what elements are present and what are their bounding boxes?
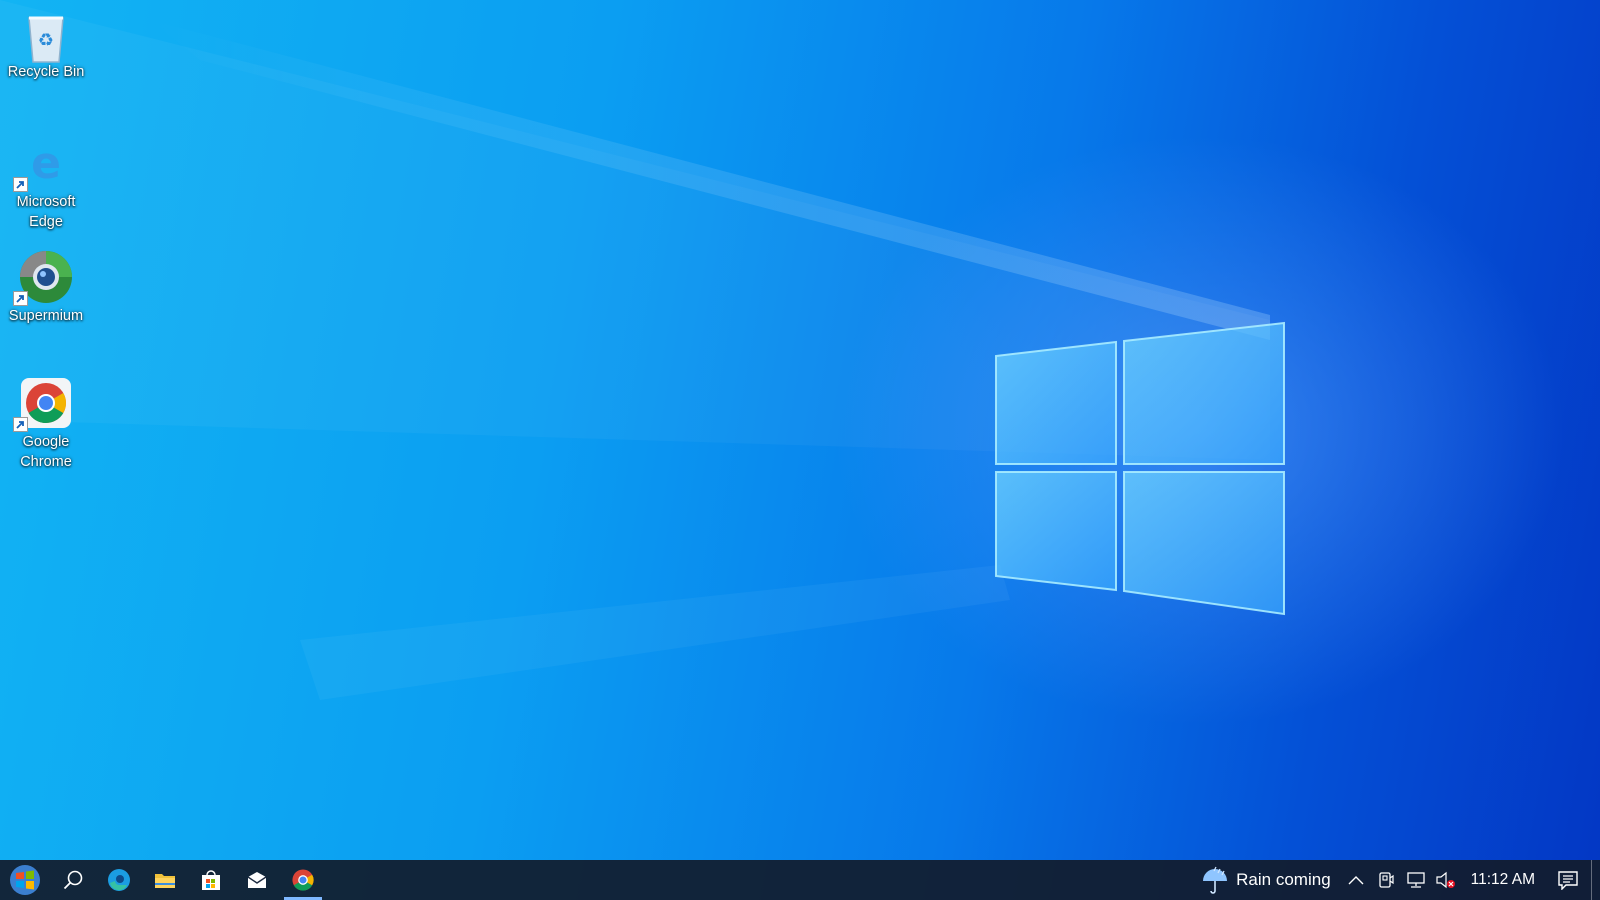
taskbar-file-explorer[interactable] [142,860,188,900]
weather-widget[interactable]: Rain coming [1194,860,1341,900]
search-button[interactable] [50,860,96,900]
microsoft-edge-icon [108,869,130,891]
desktop-icon-microsoft-edge[interactable]: e Microsoft Edge [4,138,88,232]
microsoft-edge-icon: e [13,138,71,192]
rain-umbrella-icon [1203,866,1228,894]
volume-muted-icon [1436,871,1455,889]
shortcut-arrow-icon [13,417,28,432]
wallpaper-light-beams [0,0,1270,700]
windows-wallpaper-logo [995,321,1285,616]
shortcut-arrow-icon [13,291,28,306]
volume-button[interactable] [1431,860,1461,900]
taskbar: Rain coming 11:12 AM [0,860,1600,900]
start-button[interactable] [0,860,50,900]
clock[interactable]: 11:12 AM [1461,860,1545,900]
desktop-icon-label: Recycle Bin [7,64,85,80]
google-chrome-icon [13,378,71,432]
taskbar-google-chrome[interactable] [280,860,326,900]
desktop-icon-google-chrome[interactable]: Google Chrome [4,378,88,472]
meet-now-button[interactable] [1371,860,1401,900]
meet-now-icon [1379,872,1394,888]
recycle-bin-icon: ♻ [21,8,71,63]
action-center-button[interactable] [1545,860,1591,900]
mail-icon [247,872,267,888]
svg-text:e: e [31,138,61,188]
show-desktop-button[interactable] [1591,860,1600,900]
desktop-icon-supermium[interactable]: Supermium [4,251,88,326]
network-button[interactable] [1401,860,1431,900]
show-hidden-icons-button[interactable] [1341,860,1371,900]
file-explorer-icon [155,874,175,888]
search-icon [63,870,83,890]
chevron-up-icon [1348,876,1364,885]
microsoft-store-icon [202,870,220,890]
shortcut-arrow-icon [13,177,28,192]
system-tray: Rain coming 11:12 AM [1194,860,1600,900]
notifications-icon [1558,871,1578,890]
supermium-icon [13,251,72,306]
desktop-icon-label: Google Chrome [20,434,72,470]
taskbar-microsoft-edge[interactable] [96,860,142,900]
desktop-icon-label: Microsoft Edge [16,194,76,230]
google-chrome-icon [292,869,314,891]
windows-start-icon [10,865,40,895]
weather-text: Rain coming [1236,870,1331,889]
desktop-icon-label: Supermium [8,308,84,324]
taskbar-mail[interactable] [234,860,280,900]
clock-time: 11:12 AM [1470,871,1535,888]
network-icon [1407,872,1425,888]
taskbar-microsoft-store[interactable] [188,860,234,900]
svg-text:♻: ♻ [38,30,54,51]
desktop-icon-recycle-bin[interactable]: ♻ Recycle Bin [4,8,88,82]
